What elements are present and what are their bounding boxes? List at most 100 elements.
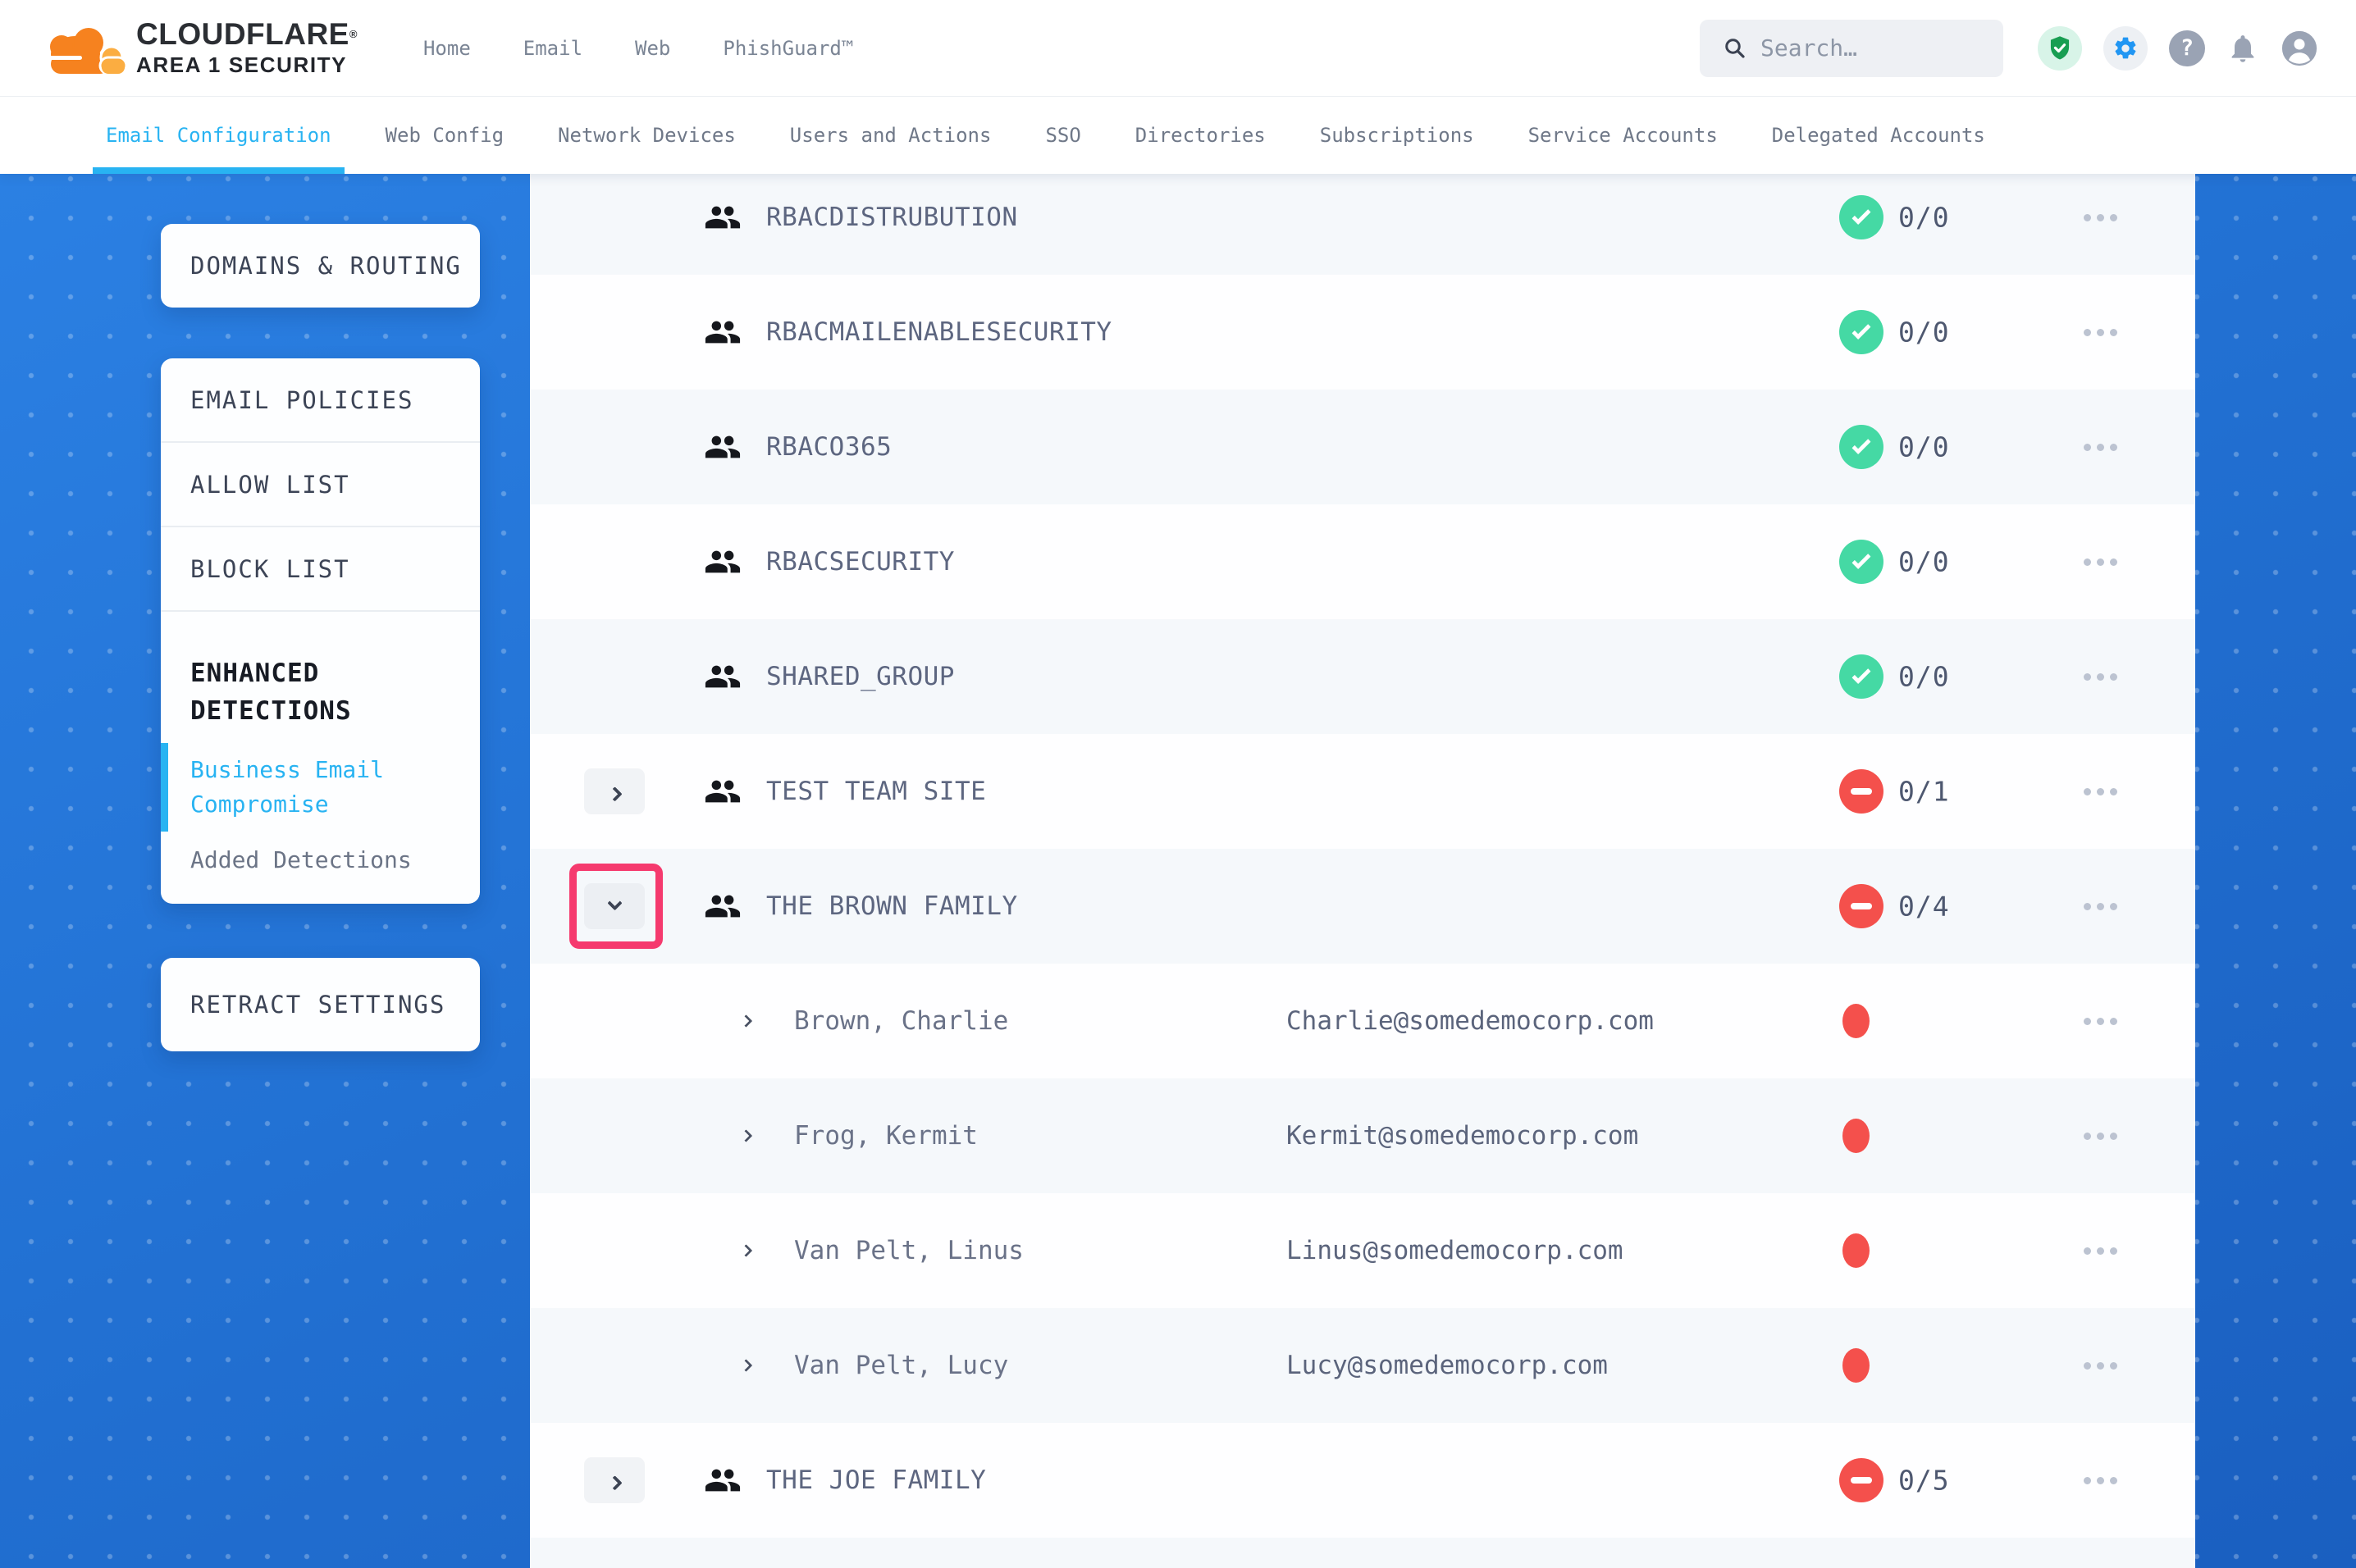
ellipsis-icon bbox=[2084, 444, 2117, 451]
tab-subscriptions[interactable]: Subscriptions bbox=[1320, 97, 1474, 174]
status-dot bbox=[1842, 1119, 1870, 1153]
gear-icon[interactable] bbox=[2103, 26, 2148, 71]
expand-toggle-button[interactable] bbox=[584, 1457, 645, 1503]
ellipsis-icon bbox=[2084, 903, 2117, 910]
member-chevron-icon[interactable] bbox=[740, 1014, 753, 1028]
member-name: Brown, Charlie bbox=[794, 1006, 1008, 1036]
group-name: SHARED_GROUP bbox=[766, 662, 955, 691]
header-actions: ? bbox=[1700, 20, 2356, 77]
tab-network-devices[interactable]: Network Devices bbox=[558, 97, 736, 174]
status-pass-badge bbox=[1839, 310, 1883, 354]
check-icon bbox=[1851, 435, 1870, 454]
status-pass-badge bbox=[1839, 654, 1883, 699]
member-email: Charlie@somedemocorp.com bbox=[1286, 1006, 1654, 1036]
tab-service-accounts[interactable]: Service Accounts bbox=[1528, 97, 1718, 174]
row-menu-button[interactable] bbox=[2075, 431, 2125, 463]
row-menu-button[interactable] bbox=[2075, 545, 2125, 578]
ellipsis-icon bbox=[2084, 788, 2117, 795]
security-shield-icon[interactable] bbox=[2038, 26, 2082, 71]
status-dot bbox=[1842, 1348, 1870, 1383]
nav-web[interactable]: Web bbox=[635, 37, 670, 60]
member-chevron-icon[interactable] bbox=[740, 1129, 753, 1142]
main-area: DOMAINS & ROUTING EMAIL POLICIES ALLOW L… bbox=[0, 174, 2356, 1568]
table-row-group: RBACO365 0/0 bbox=[530, 390, 2195, 504]
table-row-group: RBACSECURITY 0/0 bbox=[530, 504, 2195, 619]
search-icon bbox=[1723, 36, 1747, 61]
status-pass-badge bbox=[1839, 540, 1883, 584]
minus-icon bbox=[1851, 903, 1872, 909]
group-name: RBACO365 bbox=[766, 432, 892, 462]
row-menu-button[interactable] bbox=[2075, 201, 2125, 234]
row-menu-button[interactable] bbox=[2075, 1234, 2125, 1267]
status-count: 0/1 bbox=[1898, 776, 1950, 808]
member-email: Linus@somedemocorp.com bbox=[1286, 1236, 1623, 1265]
expand-toggle-button[interactable] bbox=[584, 768, 645, 814]
section-tabs: Email Configuration Web Config Network D… bbox=[0, 97, 2356, 174]
row-menu-button[interactable] bbox=[2075, 1005, 2125, 1037]
tab-sso[interactable]: SSO bbox=[1045, 97, 1080, 174]
registered-mark: ® bbox=[349, 28, 358, 40]
sidebar-item-domains-routing[interactable]: DOMAINS & ROUTING bbox=[161, 252, 462, 280]
status-dot bbox=[1842, 1004, 1870, 1038]
nav-email[interactable]: Email bbox=[523, 37, 582, 60]
ellipsis-icon bbox=[2084, 329, 2117, 336]
cloudflare-logo[interactable]: CLOUDFLARE® AREA 1 SECURITY bbox=[43, 18, 358, 79]
sidebar-item-retract-settings[interactable]: RETRACT SETTINGS bbox=[161, 991, 445, 1019]
bell-icon[interactable] bbox=[2226, 31, 2259, 66]
row-menu-button[interactable] bbox=[2075, 1349, 2125, 1382]
tab-delegated-accounts[interactable]: Delegated Accounts bbox=[1772, 97, 1985, 174]
brand-subtitle: AREA 1 SECURITY bbox=[136, 51, 358, 79]
ellipsis-icon bbox=[2084, 558, 2117, 566]
search-box[interactable] bbox=[1700, 20, 2003, 77]
status-pass-badge bbox=[1839, 425, 1883, 469]
chevron-right-icon bbox=[607, 1475, 622, 1490]
app: CLOUDFLARE® AREA 1 SECURITY Home Email W… bbox=[0, 0, 2356, 1568]
row-menu-button[interactable] bbox=[2075, 775, 2125, 808]
tab-email-configuration[interactable]: Email Configuration bbox=[106, 97, 331, 174]
help-icon[interactable]: ? bbox=[2169, 30, 2205, 66]
group-name: TEST TEAM SITE bbox=[766, 777, 986, 806]
sidebar-item-allow-list[interactable]: ALLOW LIST bbox=[161, 443, 480, 526]
sidebar-item-block-list[interactable]: BLOCK LIST bbox=[161, 527, 480, 610]
member-chevron-icon[interactable] bbox=[740, 1359, 753, 1372]
status-count: 0/0 bbox=[1898, 202, 1950, 234]
content-panel: RBACDISTRUBUTION 0/0 RBACMAILENABLESECUR… bbox=[530, 174, 2195, 1568]
row-menu-button[interactable] bbox=[2075, 1464, 2125, 1497]
row-menu-button[interactable] bbox=[2075, 890, 2125, 923]
check-icon bbox=[1851, 205, 1870, 224]
nav-phishguard[interactable]: PhishGuard™ bbox=[723, 37, 853, 60]
check-icon bbox=[1851, 549, 1870, 568]
group-name: THE JOE FAMILY bbox=[766, 1465, 986, 1495]
row-menu-button[interactable] bbox=[2075, 660, 2125, 693]
status-fail-badge bbox=[1839, 769, 1883, 814]
tab-users-and-actions[interactable]: Users and Actions bbox=[790, 97, 992, 174]
search-input[interactable] bbox=[1760, 34, 1974, 62]
people-icon bbox=[704, 431, 742, 463]
member-name: Frog, Kermit bbox=[794, 1121, 978, 1151]
people-icon bbox=[704, 316, 742, 349]
row-menu-button[interactable] bbox=[2075, 1119, 2125, 1152]
tab-web-config[interactable]: Web Config bbox=[386, 97, 505, 174]
sidebar-item-added-detections[interactable]: Added Detections bbox=[190, 846, 450, 873]
status-count: 0/0 bbox=[1898, 546, 1950, 578]
table-row-member: Brown, Charlie Charlie@somedemocorp.com bbox=[530, 964, 2195, 1078]
nav-home[interactable]: Home bbox=[423, 37, 471, 60]
ellipsis-icon bbox=[2084, 1362, 2117, 1370]
collapse-toggle-button[interactable] bbox=[584, 883, 645, 929]
people-icon bbox=[704, 201, 742, 234]
cloudflare-cloud-icon bbox=[43, 20, 128, 77]
table-row-member: Van Pelt, Lucy Lucy@somedemocorp.com bbox=[530, 1308, 2195, 1423]
account-icon[interactable] bbox=[2281, 30, 2318, 67]
row-menu-button[interactable] bbox=[2075, 316, 2125, 349]
people-icon bbox=[704, 890, 742, 923]
status-count: 0/5 bbox=[1898, 1465, 1950, 1497]
sidebar-item-email-policies[interactable]: EMAIL POLICIES bbox=[161, 358, 480, 441]
table-row-group: RBACDISTRUBUTION 0/0 bbox=[530, 174, 2195, 275]
tab-directories[interactable]: Directories bbox=[1135, 97, 1266, 174]
sidebar-item-business-email-compromise[interactable]: Business Email Compromise bbox=[190, 753, 450, 822]
sidebar-section-enhanced-detections: ENHANCED DETECTIONS Business Email Compr… bbox=[161, 612, 480, 873]
brand-name: CLOUDFLARE® bbox=[136, 18, 358, 51]
enhanced-detections-title: ENHANCED DETECTIONS bbox=[190, 654, 450, 730]
sidebar-card-retract: RETRACT SETTINGS bbox=[161, 958, 480, 1051]
member-chevron-icon[interactable] bbox=[740, 1244, 753, 1257]
